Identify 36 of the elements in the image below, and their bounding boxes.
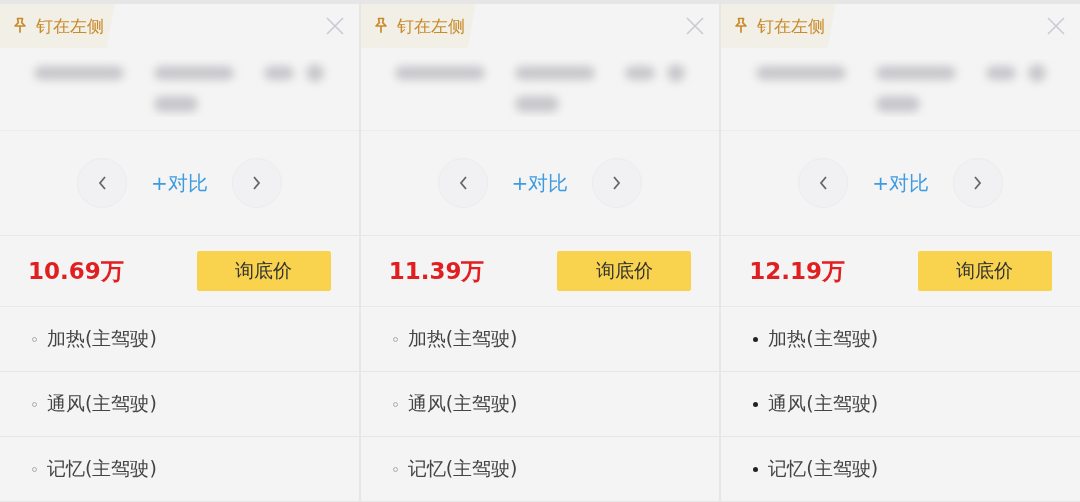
feature-label: 记忆(主驾驶)	[47, 456, 157, 481]
feature-label: 通风(主驾驶)	[47, 391, 157, 416]
filled-dot-icon	[753, 336, 759, 342]
price: 12.19万	[749, 256, 846, 286]
ask-price-button[interactable]: 询底价	[196, 251, 331, 291]
feature-label: 加热(主驾驶)	[768, 326, 879, 351]
chevron-left-icon	[818, 175, 829, 191]
price: 10.69万	[28, 256, 124, 286]
next-button[interactable]	[953, 158, 1004, 208]
compare-button[interactable]: +对比	[509, 169, 571, 197]
feature-label: 加热(主驾驶)	[47, 326, 157, 351]
compare-button[interactable]: +对比	[148, 169, 210, 197]
feature-label: 记忆(主驾驶)	[768, 456, 879, 481]
previous-button[interactable]	[798, 158, 849, 208]
next-button[interactable]	[231, 158, 282, 208]
chevron-right-icon	[973, 175, 984, 191]
feature-label: 加热(主驾驶)	[407, 326, 518, 351]
chevron-left-icon	[96, 175, 107, 191]
filled-dot-icon	[753, 401, 759, 407]
chevron-left-icon	[457, 175, 468, 191]
close-icon[interactable]	[1046, 16, 1066, 36]
next-button[interactable]	[592, 158, 643, 208]
feature-label: 记忆(主驾驶)	[407, 456, 518, 481]
feature-label: 通风(主驾驶)	[768, 391, 879, 416]
chevron-right-icon	[612, 175, 623, 191]
feature-label: 通风(主驾驶)	[407, 391, 518, 416]
close-icon[interactable]	[685, 16, 706, 36]
close-icon[interactable]	[324, 16, 345, 36]
chevron-right-icon	[251, 175, 262, 191]
compare-button[interactable]: +对比	[870, 169, 932, 197]
ask-price-button[interactable]: 询底价	[557, 251, 692, 291]
previous-button[interactable]	[437, 158, 488, 208]
previous-button[interactable]	[76, 158, 127, 208]
filled-dot-icon	[753, 466, 759, 472]
price: 11.39万	[388, 256, 485, 286]
ask-price-button[interactable]: 询底价	[918, 251, 1052, 291]
